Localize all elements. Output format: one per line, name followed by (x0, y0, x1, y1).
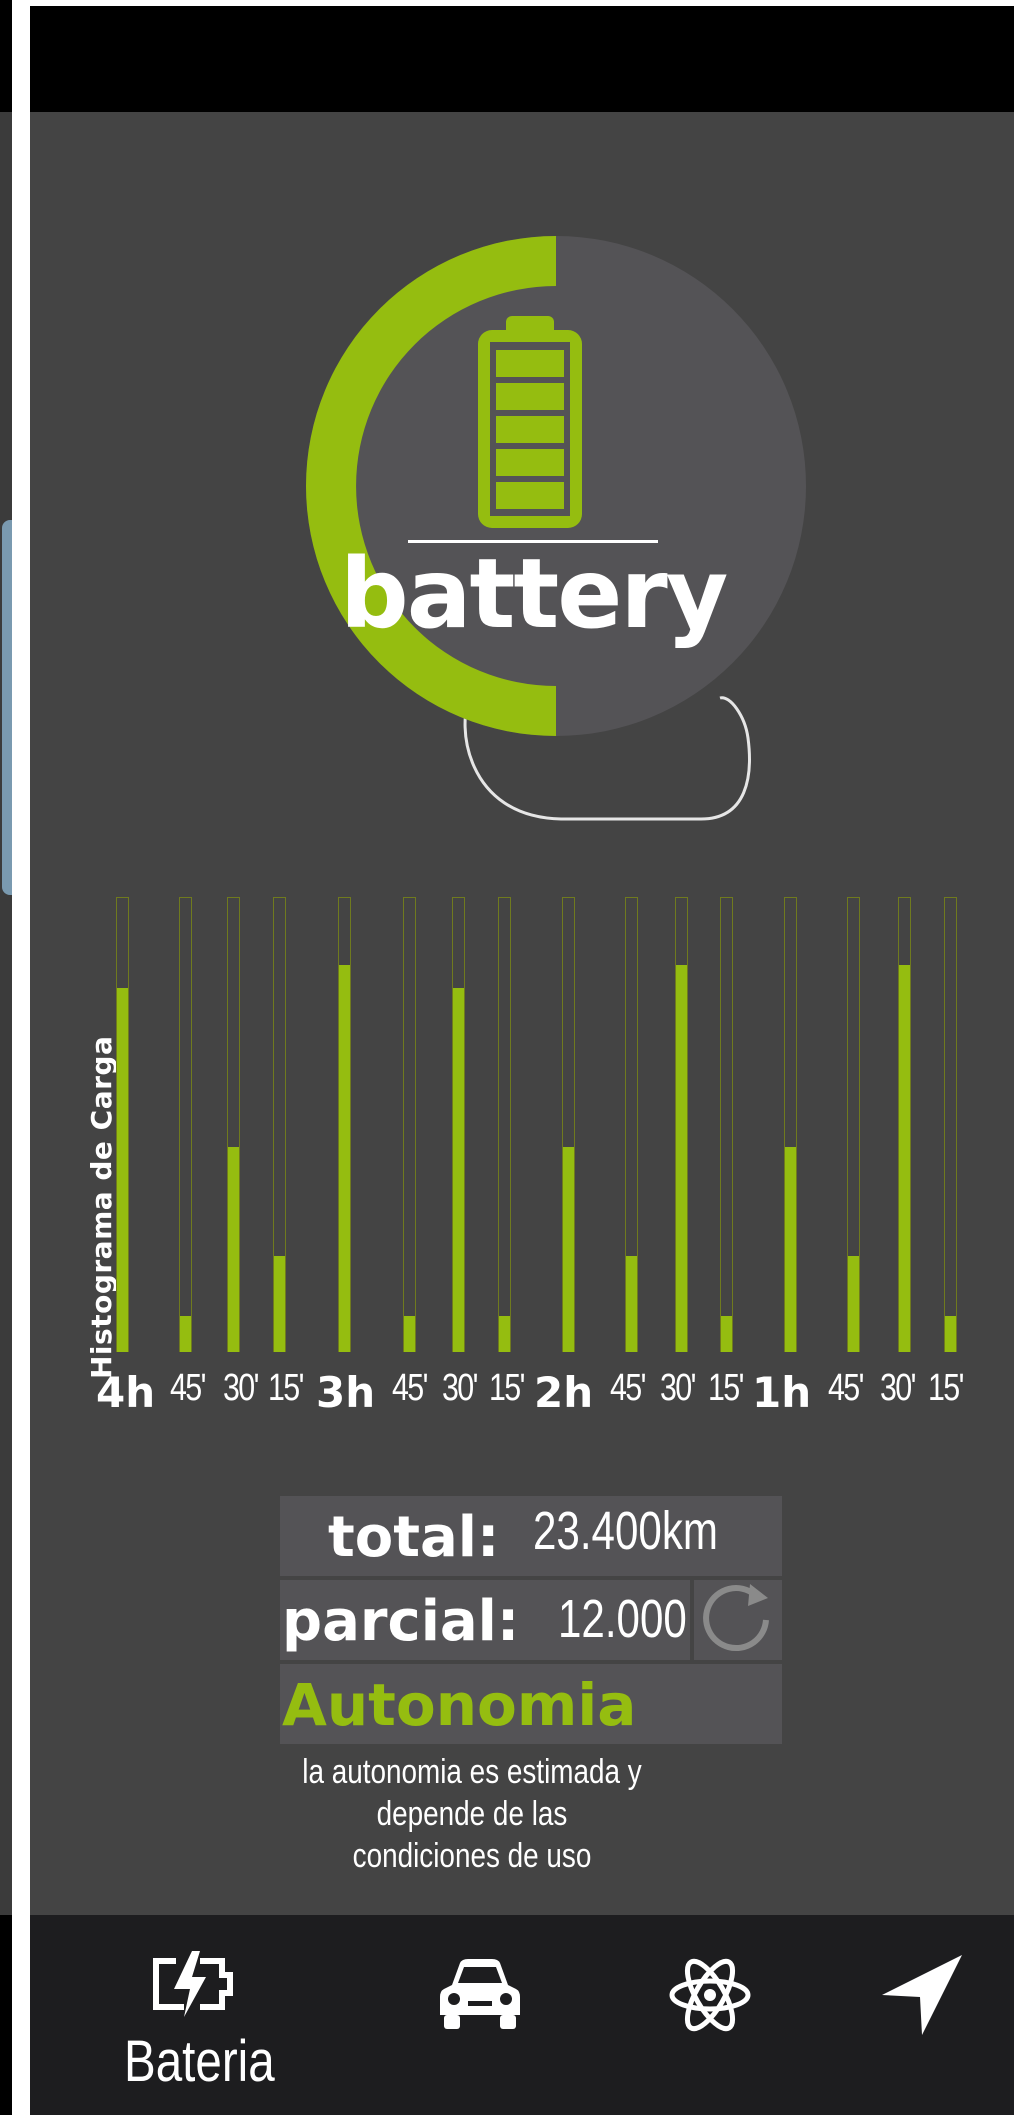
histogram-bar-track (720, 897, 733, 1352)
edge-handle[interactable] (2, 520, 12, 895)
histogram-tick-label: 30' (880, 1367, 916, 1409)
histogram-tick-label: 30' (660, 1367, 696, 1409)
autonomy-label: Autonomia (282, 1671, 637, 1739)
histogram-tick-label: 45' (828, 1367, 864, 1409)
histogram-tick-label: 2h (534, 1368, 594, 1417)
autonomy-row: Autonomia (280, 1664, 782, 1744)
nav-tab-battery[interactable]: Bateria (110, 1915, 275, 2115)
battery-cell (496, 416, 564, 443)
histogram-bar (721, 1316, 732, 1352)
histogram-tick-label: 4h (96, 1368, 156, 1417)
histogram-bar (563, 1147, 574, 1352)
histogram-tick-label: 15' (489, 1367, 525, 1409)
histogram-bar (117, 988, 128, 1352)
atom-icon (669, 1958, 751, 2032)
partial-row: parcial: 12.000 (280, 1580, 690, 1660)
car-icon (440, 1959, 520, 2029)
histogram-bar-track (944, 897, 957, 1352)
bottom-navigation: Bateria (30, 1915, 1014, 2115)
total-row: total: 23.400km (280, 1496, 782, 1576)
reset-partial-button[interactable] (694, 1580, 782, 1660)
histogram-tick-label: 15' (708, 1367, 744, 1409)
histogram-tick-label: 45' (170, 1367, 206, 1409)
histogram-bar (404, 1316, 415, 1352)
background-app-edge (0, 0, 12, 2115)
histogram-bar (676, 965, 687, 1352)
battery-cell (496, 449, 564, 476)
histogram-bar (785, 1147, 796, 1352)
nav-tab-battery-label: Bateria (124, 2029, 275, 2094)
partial-label: parcial: (282, 1589, 520, 1654)
histogram-bar (339, 965, 350, 1352)
histogram-tick-label: 30' (223, 1367, 259, 1409)
histogram-tick-label: 3h (316, 1368, 376, 1417)
battery-cell (496, 350, 564, 377)
histogram-bar (899, 965, 910, 1352)
partial-value: 12.000 (558, 1589, 687, 1649)
gauge-title: battery (340, 538, 728, 650)
histogram-tick-label: 45' (610, 1367, 646, 1409)
histogram-tick-label: 15' (928, 1367, 964, 1409)
histogram-bar-track (498, 897, 511, 1352)
histogram-bar (274, 1256, 285, 1352)
histogram-bar (453, 988, 464, 1352)
nav-tab-atom[interactable] (650, 1915, 770, 2115)
battery-screen: battery Histograma de Carga 4h 45' 30' 15' 3… (30, 6, 1014, 2115)
battery-cell (496, 482, 564, 509)
histogram-bar (499, 1316, 510, 1352)
histogram-bar (626, 1256, 637, 1352)
histogram-tick-label: 15' (268, 1367, 304, 1409)
histogram-bar-track (179, 897, 192, 1352)
histogram-tick-label: 1h (752, 1368, 812, 1417)
refresh-icon (703, 1584, 769, 1652)
histogram-tick-label: 30' (442, 1367, 478, 1409)
nav-tab-navigation[interactable] (870, 1915, 990, 2115)
histogram-bar (848, 1256, 859, 1352)
battery-full-icon (478, 316, 582, 528)
histogram-bar (180, 1316, 191, 1352)
autonomy-note: la autonomia es estimada y depende de la… (302, 1753, 642, 1875)
total-label: total: (328, 1505, 500, 1570)
battery-charging-icon (153, 1951, 233, 2017)
battery-cell (496, 383, 564, 410)
status-bar (30, 6, 1014, 112)
histogram-bar-track (403, 897, 416, 1352)
navigation-arrow-icon (882, 1955, 962, 2035)
total-value: 23.400km (533, 1501, 718, 1561)
histogram-bar (945, 1316, 956, 1352)
histogram-title: Histograma de Carga (85, 1035, 118, 1379)
histogram-bar (228, 1147, 239, 1352)
histogram-tick-label: 45' (392, 1367, 428, 1409)
nav-tab-car[interactable] (420, 1915, 540, 2115)
